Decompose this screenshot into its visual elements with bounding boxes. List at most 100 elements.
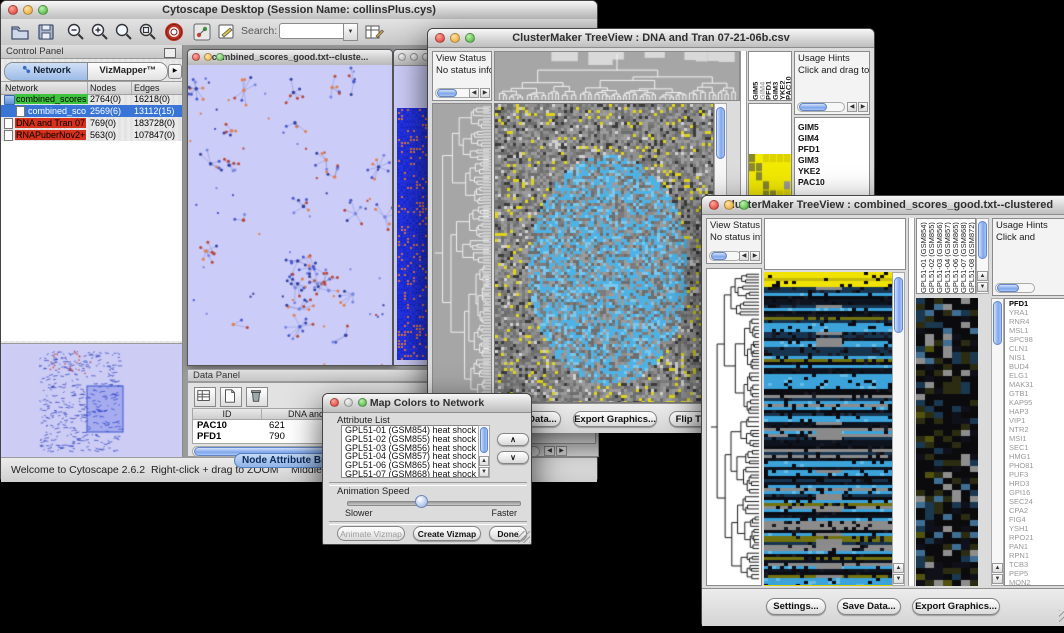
gene-label[interactable]: GTB1 bbox=[1005, 389, 1064, 398]
array-labels-vscrollbar[interactable]: ▲ ▼ bbox=[976, 218, 989, 294]
gene-label[interactable]: GPI16 bbox=[1005, 488, 1064, 497]
zoom-selected-icon[interactable] bbox=[113, 21, 135, 43]
close-icon[interactable] bbox=[709, 200, 719, 210]
row-dendrogram-canvas[interactable] bbox=[433, 104, 491, 402]
animation-speed-slider-thumb[interactable] bbox=[415, 495, 428, 508]
gene-label[interactable]: SEC24 bbox=[1005, 497, 1064, 506]
network-list-row[interactable]: combined_sco2569(6)13112(15) bbox=[1, 105, 182, 117]
scroll-right-icon[interactable]: ▶ bbox=[750, 251, 760, 261]
gene-label[interactable]: HMG1 bbox=[1005, 452, 1064, 461]
move-down-button[interactable]: ∨ bbox=[497, 451, 529, 464]
map-colors-titlebar[interactable]: Map Colors to Network bbox=[323, 394, 531, 413]
close-icon[interactable] bbox=[330, 398, 339, 407]
gene-label[interactable]: HAP3 bbox=[1005, 407, 1064, 416]
scroll-left-icon[interactable]: ◀ bbox=[739, 251, 749, 261]
zoom-window-icon[interactable] bbox=[465, 33, 475, 43]
float-panel-icon[interactable] bbox=[164, 48, 176, 58]
array-label[interactable]: GPL51-06 (GSM865) bbox=[951, 219, 959, 293]
column-label[interactable]: GIM3 bbox=[771, 52, 778, 100]
array-label[interactable]: GPL51-03 (GSM856) bbox=[935, 219, 943, 293]
minimize-icon[interactable] bbox=[450, 33, 460, 43]
gene-label[interactable]: RPN1 bbox=[1005, 551, 1064, 560]
treeview-dna-window-controls[interactable] bbox=[435, 33, 475, 43]
scroll-up-icon[interactable]: ▲ bbox=[479, 456, 489, 466]
attribute-select-icon[interactable] bbox=[194, 387, 216, 407]
window-controls[interactable] bbox=[8, 5, 48, 15]
gene-label[interactable]: MON2 bbox=[1005, 578, 1064, 586]
row-label[interactable]: GIM5 bbox=[795, 122, 869, 133]
attribute-list[interactable]: GPL51-01 (GSM854) heat shock 05 min GPL5… bbox=[341, 425, 489, 478]
close-icon[interactable] bbox=[398, 53, 406, 61]
view-status-hscrollbar-2-thumb[interactable] bbox=[711, 252, 727, 260]
network-list-row[interactable]: combined_scores2764(0)16218(0) bbox=[1, 93, 182, 105]
help-lifesaver-icon[interactable] bbox=[163, 21, 185, 43]
view-status-hscrollbar-2[interactable] bbox=[709, 251, 741, 261]
row-label[interactable]: GIM4 bbox=[795, 133, 869, 144]
birdseye-canvas[interactable] bbox=[5, 346, 179, 456]
heatmap-vscrollbar-2-thumb[interactable] bbox=[894, 277, 903, 333]
save-data-button[interactable]: Save Data... bbox=[837, 598, 901, 615]
gene-label[interactable]: PFD1 bbox=[1005, 299, 1064, 308]
gene-label[interactable]: PEP5 bbox=[1005, 569, 1064, 578]
zoom-window-icon[interactable] bbox=[216, 53, 224, 61]
column-label[interactable]: PFD1 bbox=[764, 52, 771, 100]
splitter[interactable] bbox=[908, 218, 915, 586]
attribute-list-vscrollbar[interactable]: ▲ ▼ bbox=[478, 425, 490, 478]
usage-hints-hscrollbar-2[interactable] bbox=[995, 283, 1035, 293]
zoom-window-icon[interactable] bbox=[739, 200, 749, 210]
heatmap-canvas[interactable] bbox=[495, 104, 713, 402]
gene-label[interactable]: RNR4 bbox=[1005, 317, 1064, 326]
resize-grip[interactable] bbox=[518, 531, 530, 543]
heatmap-vscrollbar-2[interactable]: ▲ ▼ bbox=[892, 272, 905, 586]
gene-label[interactable]: VIP1 bbox=[1005, 416, 1064, 425]
network-list-row[interactable]: RNAPuberNov2+563(0)107847(0) bbox=[1, 129, 182, 141]
gene-label[interactable]: TCB3 bbox=[1005, 560, 1064, 569]
search-input[interactable] bbox=[279, 23, 345, 39]
network-view-window[interactable]: combined_scores_good.txt--cluste... bbox=[187, 49, 393, 366]
gene-label[interactable]: PAN1 bbox=[1005, 542, 1064, 551]
treeview-combined-titlebar[interactable]: ClusterMaker TreeView : combined_scores_… bbox=[702, 196, 1064, 215]
gene-label[interactable]: FIG4 bbox=[1005, 515, 1064, 524]
row-label[interactable]: PFD1 bbox=[795, 144, 869, 155]
scroll-right-icon[interactable]: ▶ bbox=[480, 88, 490, 98]
close-icon[interactable] bbox=[192, 53, 200, 61]
array-label[interactable]: GPL51-01 (GSM854) bbox=[919, 219, 927, 293]
close-icon[interactable] bbox=[8, 5, 18, 15]
gene-label[interactable]: SEC1 bbox=[1005, 443, 1064, 452]
gene-label[interactable]: YSH1 bbox=[1005, 524, 1064, 533]
gene-label[interactable]: CLN1 bbox=[1005, 344, 1064, 353]
settings-button[interactable]: Settings... bbox=[766, 598, 826, 615]
gene-label[interactable]: MSL1 bbox=[1005, 326, 1064, 335]
gene-label[interactable]: YRA1 bbox=[1005, 308, 1064, 317]
scroll-up-icon[interactable]: ▲ bbox=[992, 563, 1003, 573]
search-dropdown-icon[interactable]: ▼ bbox=[343, 23, 358, 41]
scroll-right-icon[interactable]: ▶ bbox=[556, 446, 567, 456]
scroll-left-icon[interactable]: ◀ bbox=[544, 446, 555, 456]
treeview-dna-titlebar[interactable]: ClusterMaker TreeView : DNA and Tran 07-… bbox=[428, 29, 874, 48]
gene-label[interactable]: NIS1 bbox=[1005, 353, 1064, 362]
delete-attribute-icon[interactable] bbox=[246, 387, 268, 407]
network-view-2-window-controls[interactable] bbox=[398, 53, 430, 61]
view-status-hscrollbar-thumb[interactable] bbox=[437, 89, 457, 97]
usage-hints-hscrollbar-2-thumb[interactable] bbox=[997, 284, 1019, 292]
minimize-icon[interactable] bbox=[204, 53, 212, 61]
row-dendrogram-canvas-2[interactable] bbox=[707, 269, 761, 585]
row-label[interactable]: GIM3 bbox=[795, 155, 869, 166]
gene-label[interactable]: MSI1 bbox=[1005, 434, 1064, 443]
export-graphics-button[interactable]: Export Graphics... bbox=[573, 411, 657, 427]
scroll-down-icon[interactable]: ▼ bbox=[992, 574, 1003, 584]
scroll-left-icon[interactable]: ◀ bbox=[847, 102, 857, 112]
zoom-fit-icon[interactable] bbox=[137, 21, 159, 43]
scroll-left-icon[interactable]: ◀ bbox=[469, 88, 479, 98]
scroll-up-icon[interactable]: ▲ bbox=[893, 563, 904, 573]
column-label[interactable]: GIM5 bbox=[751, 52, 758, 100]
gene-label[interactable]: HRD3 bbox=[1005, 479, 1064, 488]
heatmap-canvas-2[interactable] bbox=[764, 272, 892, 585]
gene-label[interactable]: PHO81 bbox=[1005, 461, 1064, 470]
close-icon[interactable] bbox=[435, 33, 445, 43]
minimize-icon[interactable] bbox=[23, 5, 33, 15]
gene-label[interactable]: KAP95 bbox=[1005, 398, 1064, 407]
usage-hints-hscrollbar[interactable] bbox=[797, 102, 845, 112]
attribute-list-item[interactable]: GPL51-07 (GSM868) heat shock 60 min bbox=[342, 470, 488, 478]
birdseye-view[interactable] bbox=[1, 343, 182, 458]
